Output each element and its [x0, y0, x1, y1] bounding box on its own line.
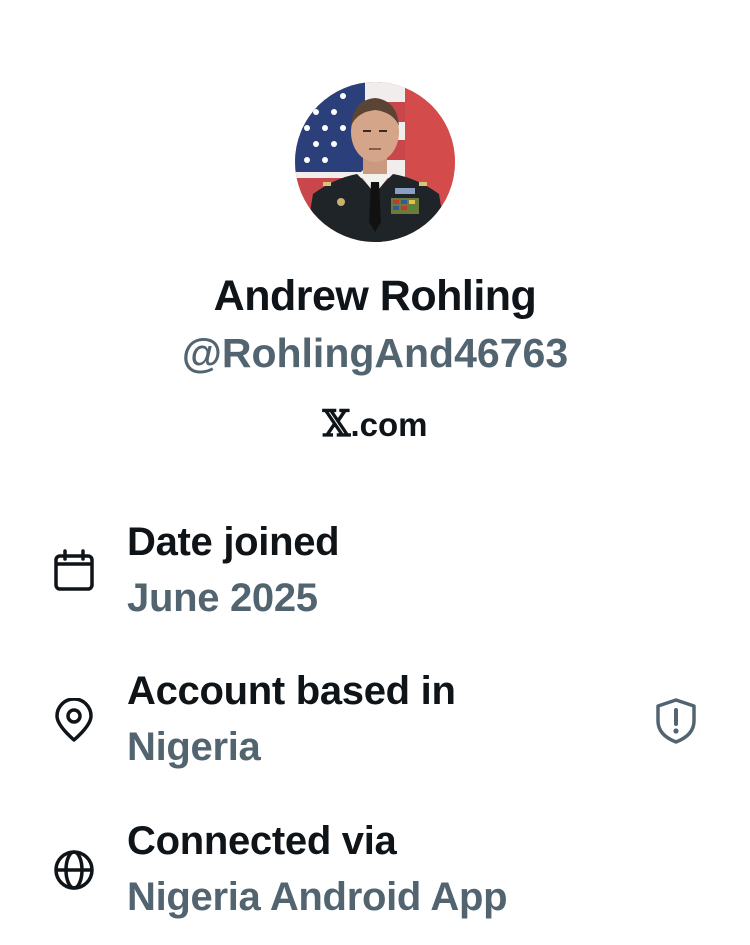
site-suffix: .com [350, 406, 428, 443]
detail-row-account-based-in: Account based in Nigeria [0, 665, 750, 775]
detail-value: Nigeria [127, 725, 261, 769]
site-label: 𝕏.com [0, 402, 750, 447]
detail-label: Account based in [127, 669, 456, 713]
shield-alert-icon[interactable] [654, 697, 698, 745]
calendar-icon [54, 549, 94, 591]
detail-row-date-joined: Date joined June 2025 [0, 516, 750, 626]
globe-icon [54, 850, 94, 890]
profile-handle[interactable]: @RohlingAnd46763 [0, 328, 750, 378]
avatar[interactable] [295, 82, 455, 242]
detail-row-connected-via: Connected via Nigeria Android App [0, 815, 750, 925]
profile-name: Andrew Rohling [213, 272, 537, 320]
location-pin-icon [55, 698, 93, 742]
detail-label: Date joined [127, 520, 340, 564]
x-logo-icon: 𝕏 [322, 403, 351, 445]
profile-photo [295, 82, 455, 242]
detail-value: Nigeria Android App [127, 875, 508, 919]
detail-value: June 2025 [127, 576, 318, 620]
detail-label: Connected via [127, 819, 397, 863]
